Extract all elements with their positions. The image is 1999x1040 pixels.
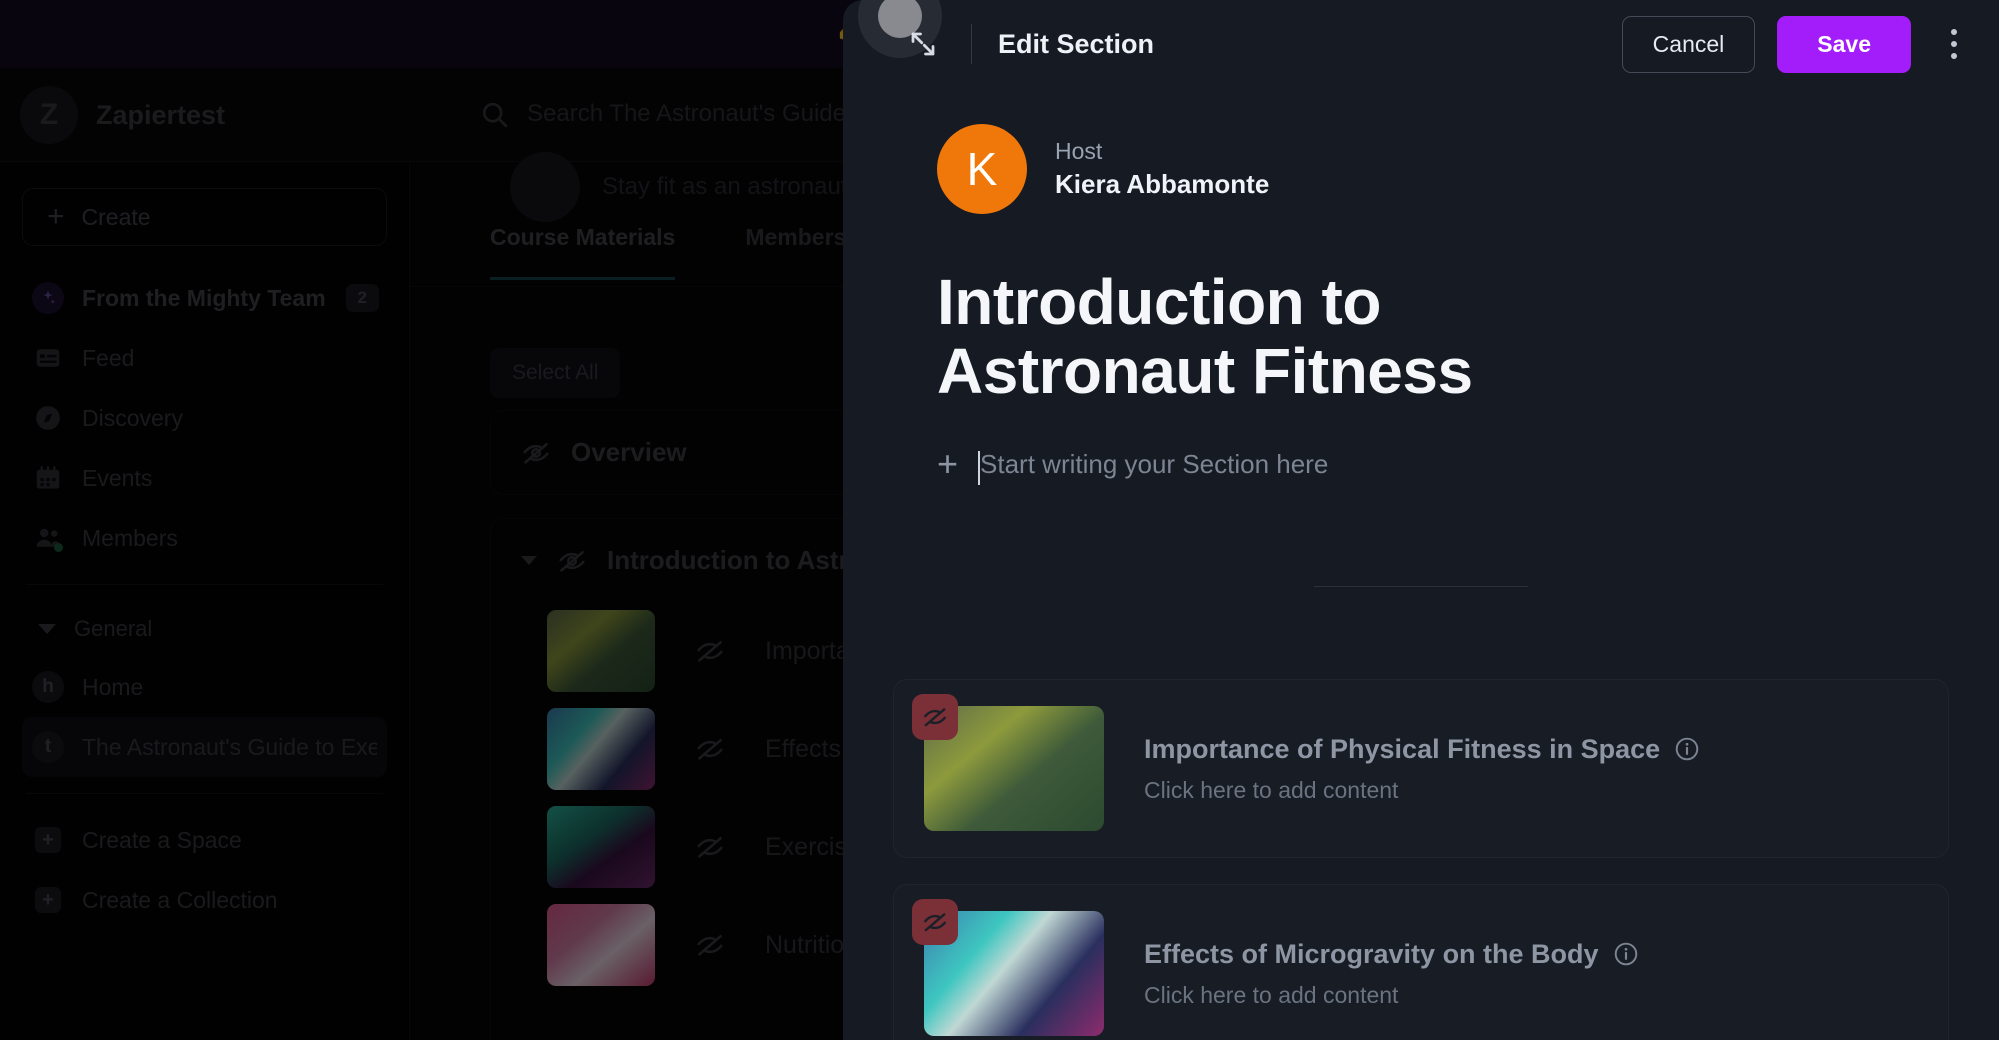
app-root: 👉 Upgrade by December 24th Z Zapiertest … — [0, 0, 1999, 1040]
text-caret — [978, 450, 981, 485]
host-name: Kiera Abbamonte — [1055, 169, 1270, 199]
content-card[interactable]: Effects of Microgravity on the Body Clic… — [893, 884, 1949, 1040]
section-editor[interactable]: + Start writing your Section here — [843, 446, 1999, 485]
editor-placeholder: Start writing your Section here — [980, 448, 1329, 479]
content-cards: Importance of Physical Fitness in Space … — [843, 679, 1999, 1040]
content-divider — [1314, 586, 1528, 588]
edit-section-modal: Edit Section Cancel Save K Host Kiera Ab… — [843, 0, 1999, 1040]
host-row: K Host Kiera Abbamonte — [843, 124, 1999, 214]
card-title: Effects of Microgravity on the Body — [1144, 938, 1599, 969]
modal-header: Edit Section Cancel Save — [843, 0, 1999, 88]
card-thumbnail-wrap — [912, 694, 1104, 832]
kebab-menu-icon[interactable] — [1937, 23, 1971, 65]
modal-header-actions: Cancel Save — [1621, 15, 1971, 73]
modal-title: Edit Section — [998, 28, 1155, 59]
page-title[interactable]: Introduction to Astronaut Fitness — [843, 267, 1743, 406]
info-icon[interactable] — [1674, 736, 1700, 762]
modal-body: K Host Kiera Abbamonte Introduction to A… — [843, 88, 1999, 1040]
eye-off-icon[interactable] — [912, 694, 958, 741]
header-divider — [971, 24, 972, 64]
content-card[interactable]: Importance of Physical Fitness in Space … — [893, 679, 1949, 859]
save-button[interactable]: Save — [1777, 15, 1911, 73]
card-subtitle: Click here to add content — [1144, 776, 1399, 803]
card-subtitle: Click here to add content — [1144, 981, 1399, 1008]
info-icon[interactable] — [1613, 941, 1639, 967]
avatar: K — [937, 124, 1027, 214]
host-label: Host — [1055, 138, 1103, 164]
add-block-icon[interactable]: + — [937, 446, 958, 482]
card-thumbnail-wrap — [912, 899, 1104, 1037]
card-title: Importance of Physical Fitness in Space — [1144, 733, 1661, 764]
eye-off-icon[interactable] — [912, 899, 958, 946]
cancel-button[interactable]: Cancel — [1621, 15, 1756, 73]
expand-arrows-icon[interactable] — [901, 22, 945, 66]
